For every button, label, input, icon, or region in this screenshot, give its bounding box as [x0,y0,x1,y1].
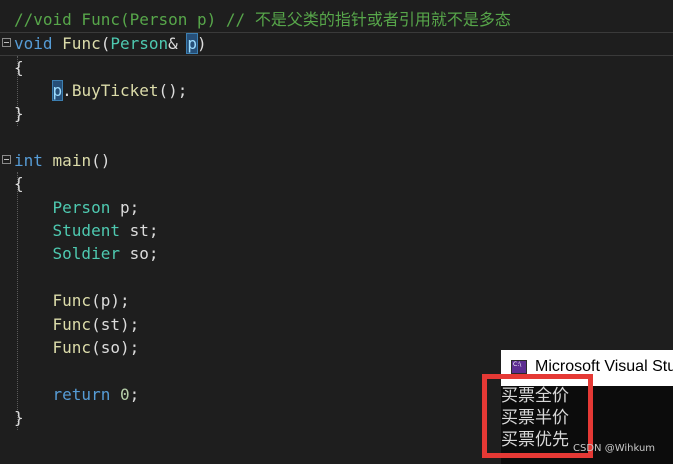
function-call: Func [52,291,92,310]
code-line-5[interactable]: } [14,102,24,125]
code-line-15[interactable]: Func(so); [14,336,140,359]
arguments: (so); [91,338,140,357]
code-line-3[interactable]: { [14,56,24,79]
declaration: so; [119,244,159,263]
code-line-7[interactable]: int main() [14,149,110,172]
function-call: Func [52,315,92,334]
paren: () [91,151,111,170]
comment-text: //void Func(Person p) // 不是父类的指针或者引用就不是多… [14,10,511,29]
semicolon: ; [129,385,140,404]
type-name: Person [52,198,111,217]
arguments: (st); [91,315,140,334]
code-line-2[interactable]: void Func(Person& p) [14,32,207,55]
code-line-8[interactable]: { [14,172,24,195]
code-line-18[interactable]: } [14,406,24,429]
code-line-1[interactable]: //void Func(Person p) // 不是父类的指针或者引用就不是多… [14,8,511,31]
function-name: main [52,151,92,170]
code-line-9[interactable]: Person p; [14,196,140,219]
call-end: (); [158,81,188,100]
code-line-10[interactable]: Student st; [14,219,159,242]
collapse-toggle-icon[interactable] [2,38,11,47]
type-name: Student [52,221,120,240]
type-name: Person [110,34,169,53]
code-line-4[interactable]: p.BuyTicket(); [14,79,187,102]
paren: ) [197,34,207,53]
code-line-17[interactable]: return 0; [14,383,140,406]
declaration: st; [119,221,159,240]
dot: . [62,81,72,100]
type-name: Soldier [52,244,120,263]
code-line-11[interactable]: Soldier so; [14,242,159,265]
variable-p: p [51,80,64,101]
keyword: return [52,385,111,404]
close-brace: } [14,408,24,427]
code-line-13[interactable]: Func(p); [14,289,130,312]
close-brace: } [14,104,24,123]
open-brace: { [14,174,24,193]
watermark: CSDN @Wihkum [573,443,656,454]
number-literal: 0 [119,385,130,404]
reference-symbol: & [168,34,188,53]
keyword: int [14,151,43,170]
code-line-14[interactable]: Func(st); [14,313,140,336]
function-call: Func [52,338,92,357]
collapse-toggle-icon[interactable] [2,155,11,164]
open-brace: { [14,58,24,77]
keyword: void [14,34,53,53]
console-app-icon [511,360,527,374]
declaration: p; [110,198,140,217]
method-name: BuyTicket [71,81,159,100]
paren: ( [100,34,111,53]
function-name: Func [62,34,101,53]
parameter-p: p [186,33,199,54]
arguments: (p); [91,291,130,310]
